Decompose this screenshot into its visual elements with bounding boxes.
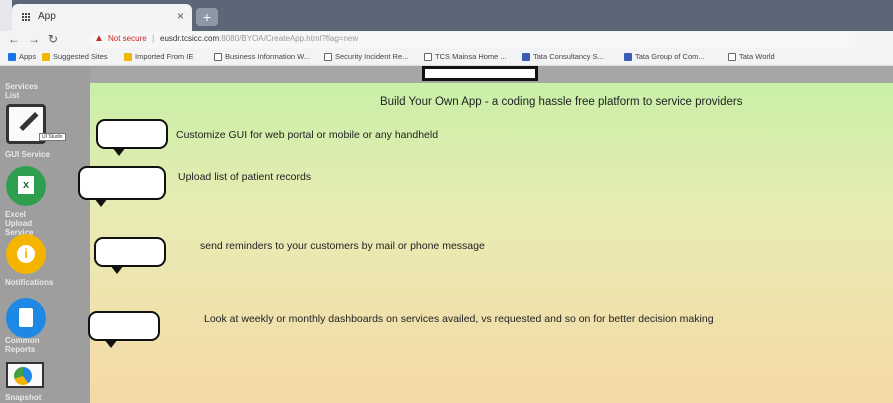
feature-send-reminders: send reminders to your customers by mail…	[200, 240, 485, 252]
folder-icon	[124, 52, 132, 61]
common-reports-label[interactable]: Common Reports	[5, 336, 49, 354]
notifications-label[interactable]: Notifications	[5, 278, 53, 287]
info-icon: i	[17, 245, 35, 263]
bookmark-business-information[interactable]: Business Information W...	[214, 52, 310, 61]
tab-title: App	[38, 11, 56, 22]
bookmark-suggested-sites[interactable]: Suggested Sites	[42, 52, 108, 61]
forward-arrow-icon[interactable]: →	[28, 32, 40, 46]
org-icon	[624, 52, 632, 61]
page-headline: Build Your Own App - a coding hassle fre…	[380, 96, 743, 108]
bookmark-apps[interactable]: Apps	[8, 52, 36, 61]
callout-box	[88, 311, 160, 348]
feature-dashboards: Look at weekly or monthly dashboards on …	[204, 313, 714, 325]
bookmark-tcs-mainsa-home[interactable]: TCS Mainsa Home ...	[424, 52, 507, 61]
page-icon	[214, 52, 222, 61]
gui-service-label[interactable]: GUI Service	[5, 150, 50, 159]
apps-grid-icon	[8, 52, 16, 61]
reload-icon[interactable]: ↻	[48, 32, 58, 46]
new-tab-button[interactable]: +	[196, 8, 218, 26]
edit-pen-icon	[19, 111, 39, 132]
feature-customize-gui: Customize GUI for web portal or mobile o…	[176, 129, 439, 141]
feature-upload-records: Upload list of patient records	[178, 171, 312, 183]
callout-box	[78, 166, 166, 207]
bookmark-tata-consultancy[interactable]: Tata Consultancy S...	[522, 52, 604, 61]
back-arrow-icon[interactable]: ←	[8, 32, 20, 46]
folder-icon	[42, 52, 50, 61]
excel-upload-label[interactable]: Excel Upload Service	[5, 210, 39, 237]
pie-chart-icon	[14, 367, 32, 385]
services-list-label: Services List	[5, 82, 38, 100]
notifications-button[interactable]: i	[6, 234, 46, 274]
bookmark-tata-group[interactable]: Tata Group of Com...	[624, 52, 705, 61]
excel-upload-button[interactable]: x	[6, 166, 46, 206]
gui-service-button[interactable]: UI Studio	[6, 104, 66, 144]
app-grid-icon	[22, 13, 31, 22]
not-secure-label: Not secure	[108, 34, 147, 43]
bookmarks-bar: Apps Suggested Sites Imported From IE Bu…	[0, 49, 893, 66]
warning-icon: ▲	[94, 33, 104, 44]
tab-strip: App × +	[0, 0, 893, 31]
bookmark-security-incident[interactable]: Security Incident Re...	[324, 52, 408, 61]
address-row: ← → ↻ ▲ Not secure | eusdr.tcsicc.com:80…	[0, 31, 893, 76]
url-text: eusdr.tcsicc.com:8080/BYOA/CreateApp.htm…	[160, 34, 359, 43]
browser-tab[interactable]: App ×	[12, 4, 192, 31]
bookmark-tata-world[interactable]: Tata World	[728, 52, 775, 61]
org-icon	[522, 52, 530, 61]
services-sidebar: Services List UI Studio GUI Service x Ex…	[0, 66, 90, 403]
page-icon	[324, 52, 332, 61]
excel-icon: x	[18, 176, 34, 194]
common-reports-button[interactable]	[6, 298, 46, 338]
page-icon	[424, 52, 432, 61]
snapshot-label[interactable]: Snapshot	[5, 393, 41, 402]
highlight-box	[422, 66, 538, 81]
snapshot-button[interactable]	[6, 362, 44, 388]
browser-window: App × + ← → ↻ ▲ Not secure | eusdr.tcsic…	[0, 0, 893, 403]
address-bar[interactable]: ▲ Not secure | eusdr.tcsicc.com:8080/BYO…	[88, 32, 858, 48]
page-icon	[728, 52, 736, 61]
callout-box	[94, 237, 166, 274]
page-content: Services List UI Studio GUI Service x Ex…	[0, 66, 893, 403]
tab-close-icon[interactable]: ×	[177, 9, 184, 23]
bookmark-imported-from-ie[interactable]: Imported From IE	[124, 52, 193, 61]
callout-box	[96, 119, 168, 156]
clipboard-icon	[19, 308, 33, 327]
ui-studio-tooltip: UI Studio	[39, 133, 66, 141]
